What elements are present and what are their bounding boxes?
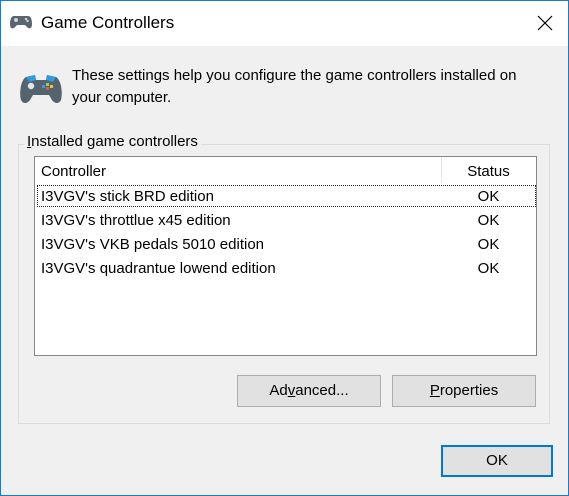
advanced-label-post: anced... xyxy=(295,382,349,399)
properties-button[interactable]: Properties xyxy=(392,375,536,407)
description-line-2: your computer. xyxy=(72,89,172,106)
properties-label-mnemonic: P xyxy=(429,382,440,399)
controller-name: I3VGV's quadrantue lowend edition xyxy=(41,260,276,277)
controller-status: OK xyxy=(477,260,500,277)
table-row[interactable]: I3VGV's stick BRD edition OK xyxy=(37,185,536,207)
advanced-label-pre: Ad xyxy=(269,382,288,399)
description-text: These settings help you configure the ga… xyxy=(72,65,552,109)
controller-name: I3VGV's throttlue x45 edition xyxy=(41,212,231,229)
list-header: Controller Status xyxy=(35,157,536,183)
description-line-1: These settings help you configure the ga… xyxy=(72,67,517,84)
controller-status: OK xyxy=(477,188,500,205)
group-label-rest: nstalled game controllers xyxy=(31,133,198,150)
title-bar[interactable]: Game Controllers xyxy=(1,1,568,46)
table-row[interactable]: I3VGV's VKB pedals 5010 edition OK xyxy=(37,233,536,255)
advanced-button[interactable]: Advanced... xyxy=(237,375,381,407)
properties-label-post: roperties xyxy=(439,382,499,399)
column-header-controller[interactable]: Controller xyxy=(41,163,106,180)
column-header-status[interactable]: Status xyxy=(441,163,536,180)
window-title: Game Controllers xyxy=(41,13,175,32)
controller-list[interactable]: Controller Status I3VGV's stick BRD edit… xyxy=(34,156,537,356)
gamepad-icon xyxy=(10,16,32,29)
controller-status: OK xyxy=(477,236,500,253)
controller-name: I3VGV's stick BRD edition xyxy=(41,188,214,205)
dialog-window: Game Controllers These settings help you… xyxy=(0,0,569,496)
group-label: Installed game controllers xyxy=(24,133,201,150)
table-row[interactable]: I3VGV's throttlue x45 edition OK xyxy=(37,209,536,231)
game-controller-icon xyxy=(20,75,62,103)
controller-status: OK xyxy=(477,212,500,229)
controller-name: I3VGV's VKB pedals 5010 edition xyxy=(41,236,265,253)
ok-button[interactable]: OK xyxy=(441,445,553,477)
table-row[interactable]: I3VGV's quadrantue lowend edition OK xyxy=(37,257,536,279)
close-icon xyxy=(537,15,553,31)
close-button[interactable] xyxy=(522,1,568,46)
